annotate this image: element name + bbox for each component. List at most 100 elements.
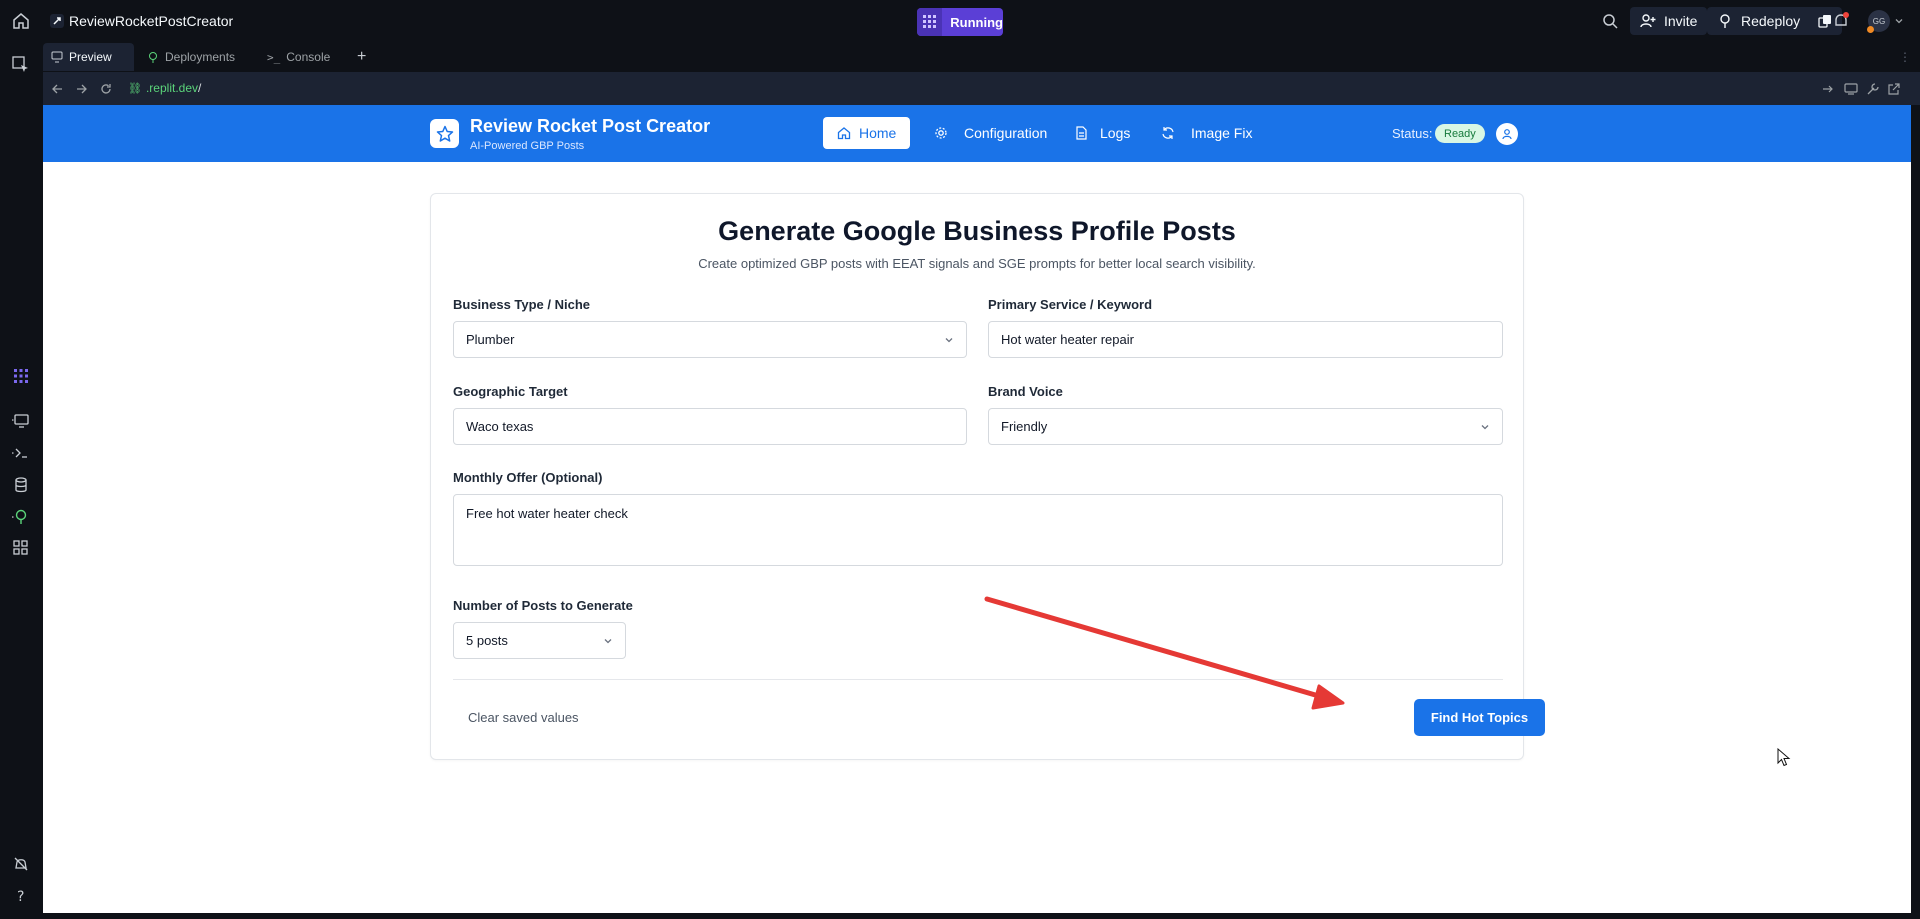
nav-home[interactable]: Home (823, 117, 911, 149)
user-avatar-button[interactable] (1496, 123, 1518, 145)
nav-label: Home (859, 125, 897, 141)
mouse-cursor-icon (1777, 748, 1791, 767)
business-type-value: Plumber (466, 332, 515, 347)
left-rail: ? (0, 43, 43, 919)
chevron-down-icon (604, 639, 612, 644)
grid-icon (917, 8, 943, 36)
svg-text:?: ? (17, 889, 24, 904)
app-subtitle: AI-Powered GBP Posts (470, 140, 585, 152)
ide-top-bar: ReviewRocketPostCreator Running Invite R… (0, 0, 1920, 43)
monthly-offer-label: Monthly Offer (Optional) (453, 470, 603, 485)
link-icon: ⛓ (128, 82, 142, 95)
devtools-icon[interactable] (1844, 82, 1858, 96)
gear-icon (935, 127, 947, 139)
app-header: Review Rocket Post Creator AI-Powered GB… (43, 105, 1911, 162)
redeploy-button[interactable]: Redeploy (1707, 7, 1843, 35)
help-icon[interactable]: ? (12, 886, 30, 904)
forward-icon[interactable] (76, 83, 88, 95)
invite-label: Invite (1664, 13, 1698, 29)
alert-bell-icon[interactable] (12, 855, 30, 873)
url-bar: ⛓ .replit.dev / (43, 72, 1920, 105)
home-icon (837, 127, 851, 140)
wrench-icon[interactable] (1866, 82, 1880, 96)
primary-service-value: Hot water heater repair (1001, 332, 1134, 347)
tab-preview[interactable]: Preview (43, 43, 134, 71)
app-logo[interactable] (430, 119, 459, 148)
redeploy-label: Redeploy (1741, 13, 1801, 29)
clear-saved-values-button[interactable]: Clear saved values (468, 710, 579, 725)
home-icon[interactable] (12, 12, 30, 30)
apps-grid-icon[interactable] (12, 539, 30, 557)
nav-logs[interactable]: Logs (1074, 117, 1130, 149)
add-user-icon (1640, 14, 1656, 28)
preview-frame: Review Rocket Post Creator AI-Powered GB… (43, 105, 1911, 913)
monitor-icon (51, 51, 63, 63)
tab-bar-more-icon[interactable]: ⋮ (1891, 43, 1911, 71)
tab-console[interactable]: >_ Console (259, 43, 347, 71)
tab-label: Console (286, 50, 331, 64)
workflow-grid-icon[interactable] (12, 367, 30, 385)
nav-configuration[interactable]: Configuration (934, 117, 1047, 149)
geo-target-value: Waco texas (466, 419, 534, 434)
invite-button[interactable]: Invite (1630, 7, 1708, 35)
monthly-offer-textarea[interactable]: Free hot water heater check (453, 494, 1503, 566)
tab-label: Preview (69, 50, 112, 64)
notifications-icon[interactable] (1832, 7, 1850, 35)
avatar: GG (1867, 10, 1890, 33)
chevron-down-icon (1481, 425, 1489, 430)
brand-voice-value: Friendly (1001, 419, 1048, 434)
url-path: / (198, 81, 202, 95)
geo-target-label: Geographic Target (453, 384, 568, 399)
back-icon[interactable] (51, 83, 63, 95)
post-generator-card: Generate Google Business Profile Posts C… (430, 193, 1545, 760)
url-host: .replit.dev (145, 81, 198, 95)
primary-service-label: Primary Service / Keyword (988, 297, 1153, 312)
copy-icon[interactable] (1818, 14, 1832, 28)
url-field[interactable]: ⛓ .replit.dev / (128, 81, 201, 95)
terminal-icon[interactable] (12, 444, 30, 462)
tab-deployments[interactable]: Deployments (139, 43, 247, 71)
page-title: Generate Google Business Profile Posts (718, 216, 1236, 246)
nav-image-fix[interactable]: Image Fix (1161, 117, 1252, 149)
user-initials: GG (1872, 16, 1886, 26)
brand-voice-select[interactable]: Friendly (988, 408, 1503, 445)
business-type-select[interactable]: Plumber (453, 321, 967, 358)
deploy-icon[interactable] (12, 508, 30, 526)
user-icon (1502, 129, 1512, 140)
app-title: Review Rocket Post Creator (470, 116, 711, 136)
business-type-label: Business Type / Niche (453, 297, 591, 312)
repl-icon (50, 14, 64, 28)
open-new-window-icon[interactable] (1887, 82, 1901, 96)
brand-voice-label: Brand Voice (988, 384, 1063, 399)
monthly-offer-value: Free hot water heater check (466, 506, 628, 521)
user-menu[interactable]: GG (1867, 7, 1904, 35)
nav-label: Logs (1100, 125, 1131, 141)
num-posts-label: Number of Posts to Generate (453, 598, 633, 613)
document-icon (1076, 126, 1087, 140)
monitor-icon[interactable] (12, 412, 30, 430)
go-arrow-icon[interactable] (1822, 83, 1834, 95)
divider (453, 679, 1503, 680)
deploy-icon (149, 52, 157, 63)
primary-service-input[interactable]: Hot water heater repair (988, 321, 1503, 358)
tab-label: Deployments (165, 50, 236, 64)
page-description: Create optimized GBP posts with EEAT sig… (698, 256, 1256, 271)
repl-name[interactable]: ReviewRocketPostCreator (69, 13, 233, 29)
terminal-icon: >_ (267, 50, 281, 64)
star-icon (436, 125, 453, 142)
num-posts-select[interactable]: 5 posts (453, 622, 626, 659)
deploy-icon (1720, 14, 1730, 28)
pointer-select-icon[interactable] (12, 56, 30, 74)
run-status-button[interactable]: Running (917, 8, 1003, 36)
search-icon[interactable] (1602, 7, 1618, 35)
database-icon[interactable] (12, 476, 30, 494)
status-label: Status: (1392, 126, 1433, 141)
new-tab-button[interactable]: + (349, 43, 373, 71)
reload-icon[interactable] (100, 83, 112, 95)
chevron-down-icon (945, 338, 953, 343)
geo-target-input[interactable]: Waco texas (453, 408, 967, 445)
find-hot-topics-button[interactable]: Find Hot Topics (1414, 699, 1545, 736)
status-badge: Ready (1435, 124, 1485, 143)
nav-label: Image Fix (1191, 125, 1253, 141)
run-status-label: Running (950, 14, 1003, 30)
